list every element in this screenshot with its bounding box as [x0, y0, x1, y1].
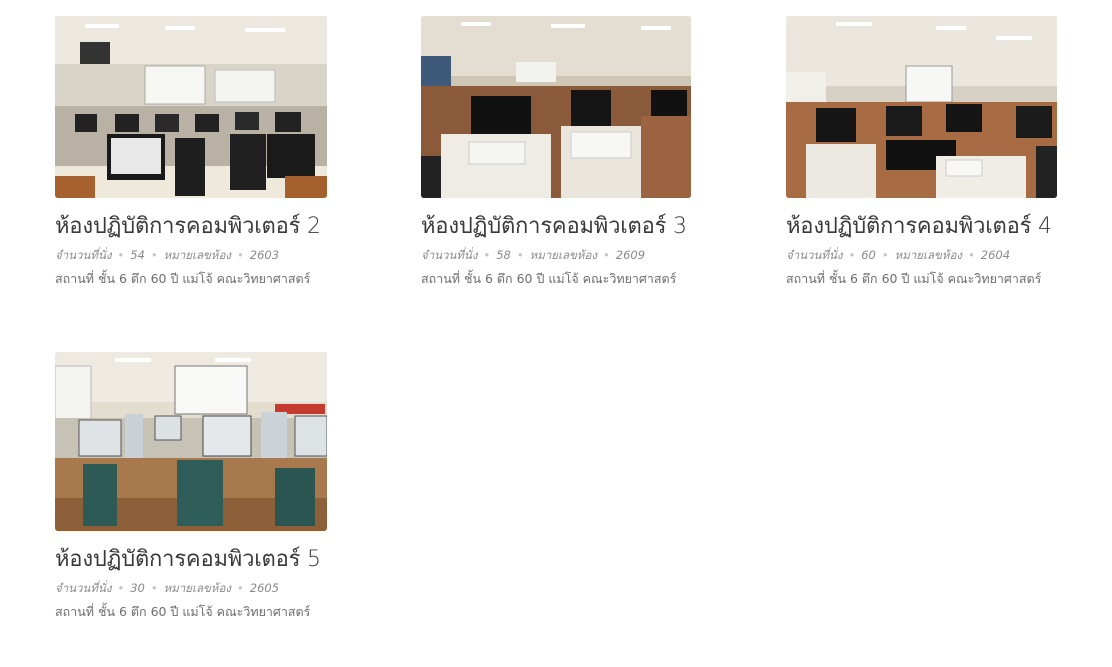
room-location: สถานที่ ชั้น 6 ตึก 60 ปี แม่โจ้ คณะวิทยา…	[55, 604, 311, 619]
seats-value: 30	[130, 581, 145, 595]
seats-label: จำนวนที่นั่ง	[55, 581, 112, 595]
room-card: ห้องปฏิบัติการคอมพิวเตอร์ 3 จำนวนที่นั่ง…	[421, 16, 751, 288]
room-photo[interactable]	[55, 16, 327, 198]
room-meta: จำนวนที่นั่ง • 54 • หมายเลขห้อง • 2603	[55, 246, 385, 264]
separator-dot: •	[117, 581, 125, 595]
separator-dot: •	[516, 248, 524, 262]
separator-dot: •	[236, 581, 244, 595]
separator-dot: •	[967, 248, 975, 262]
seats-value: 54	[130, 248, 145, 262]
room-meta: จำนวนที่นั่ง • 58 • หมายเลขห้อง • 2609	[421, 246, 751, 264]
seats-label: จำนวนที่นั่ง	[55, 248, 112, 262]
room-photo[interactable]	[421, 16, 691, 198]
separator-dot: •	[236, 248, 244, 262]
room-location: สถานที่ ชั้น 6 ตึก 60 ปี แม่โจ้ คณะวิทยา…	[55, 271, 311, 286]
room-photo[interactable]	[786, 16, 1057, 198]
separator-dot: •	[117, 248, 125, 262]
separator-dot: •	[881, 248, 889, 262]
room-card-link[interactable]: ห้องปฏิบัติการคอมพิวเตอร์ 5	[55, 352, 385, 575]
separator-dot: •	[602, 248, 610, 262]
seats-value: 60	[861, 248, 876, 262]
seats-label: จำนวนที่นั่ง	[786, 248, 843, 262]
separator-dot: •	[483, 248, 491, 262]
separator-dot: •	[150, 581, 158, 595]
room-title[interactable]: ห้องปฏิบัติการคอมพิวเตอร์ 4	[786, 212, 1112, 242]
room-card-link[interactable]: ห้องปฏิบัติการคอมพิวเตอร์ 3	[421, 16, 751, 242]
room-location: สถานที่ ชั้น 6 ตึก 60 ปี แม่โจ้ คณะวิทยา…	[786, 271, 1042, 286]
room-card: ห้องปฏิบัติการคอมพิวเตอร์ 5 จำนวนที่นั่ง…	[55, 352, 385, 621]
seats-label: จำนวนที่นั่ง	[421, 248, 478, 262]
room-location: สถานที่ ชั้น 6 ตึก 60 ปี แม่โจ้ คณะวิทยา…	[421, 271, 677, 286]
room-number-value: 2603	[249, 248, 280, 262]
separator-dot: •	[848, 248, 856, 262]
room-card-link[interactable]: ห้องปฏิบัติการคอมพิวเตอร์ 4	[786, 16, 1112, 242]
seats-value: 58	[496, 248, 511, 262]
room-title[interactable]: ห้องปฏิบัติการคอมพิวเตอร์ 2	[55, 212, 385, 242]
room-number-value: 2604	[980, 248, 1011, 262]
room-card: ห้องปฏิบัติการคอมพิวเตอร์ 4 จำนวนที่นั่ง…	[786, 16, 1112, 288]
room-photo[interactable]	[55, 352, 327, 531]
separator-dot: •	[150, 248, 158, 262]
room-title[interactable]: ห้องปฏิบัติการคอมพิวเตอร์ 3	[421, 212, 751, 242]
room-number-label: หมายเลขห้อง	[163, 581, 231, 595]
room-number-label: หมายเลขห้อง	[529, 248, 597, 262]
room-number-label: หมายเลขห้อง	[163, 248, 231, 262]
lab-room-grid: ห้องปฏิบัติการคอมพิวเตอร์ 2 จำนวนที่นั่ง…	[0, 0, 1112, 667]
room-card-link[interactable]: ห้องปฏิบัติการคอมพิวเตอร์ 2	[55, 16, 385, 242]
room-number-value: 2609	[615, 248, 646, 262]
room-meta: จำนวนที่นั่ง • 60 • หมายเลขห้อง • 2604	[786, 246, 1112, 264]
room-title[interactable]: ห้องปฏิบัติการคอมพิวเตอร์ 5	[55, 545, 385, 575]
room-number-label: หมายเลขห้อง	[894, 248, 962, 262]
room-number-value: 2605	[249, 581, 280, 595]
room-card: ห้องปฏิบัติการคอมพิวเตอร์ 2 จำนวนที่นั่ง…	[55, 16, 385, 288]
room-meta: จำนวนที่นั่ง • 30 • หมายเลขห้อง • 2605	[55, 579, 385, 597]
